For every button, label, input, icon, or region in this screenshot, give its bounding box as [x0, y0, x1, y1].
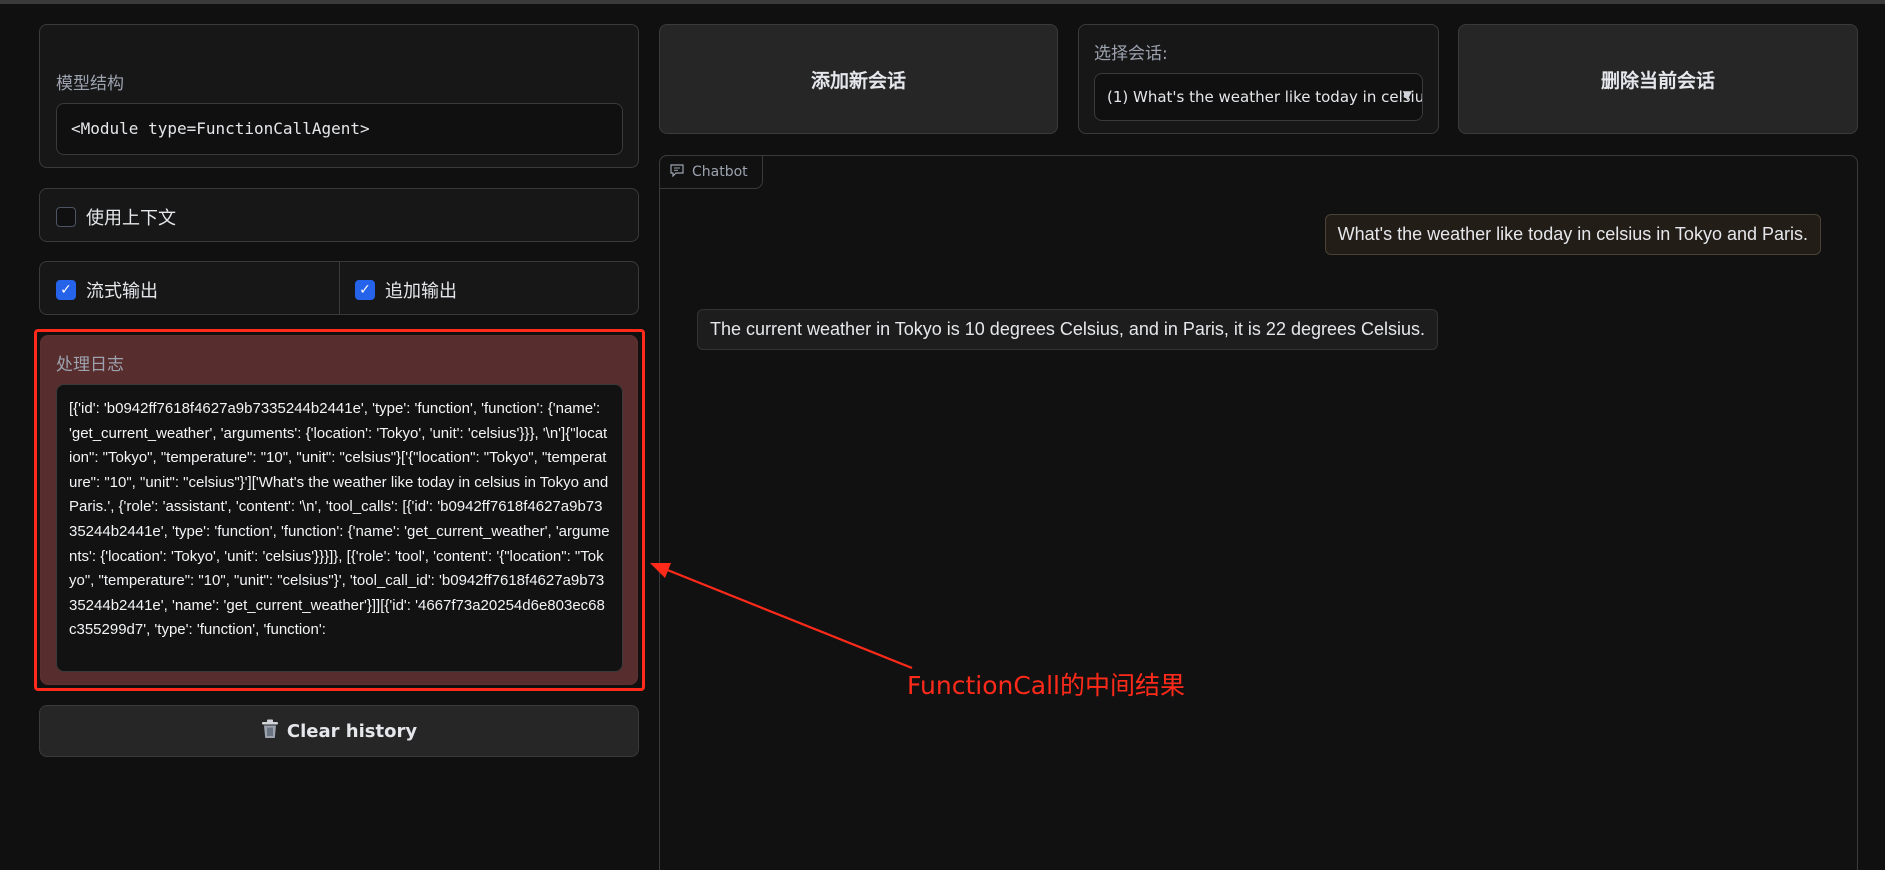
clear-history-label: Clear history [286, 720, 418, 742]
top-bar [0, 0, 1885, 4]
dropdown-arrow-icon[interactable]: ▼ [1403, 88, 1412, 102]
session-select-panel: 选择会话: (1) What's the weather like today … [1078, 24, 1439, 134]
model-structure-field[interactable]: <Module type=FunctionCallAgent> [56, 103, 623, 155]
model-structure-panel: 模型结构 <Module type=FunctionCallAgent> [39, 24, 639, 168]
session-select[interactable]: (1) What's the weather like today in cel… [1094, 73, 1423, 121]
add-session-label: 添加新会话 [810, 69, 906, 92]
use-context-label: 使用上下文 [86, 208, 176, 229]
use-context-panel: 使用上下文 [39, 188, 639, 242]
stream-output-checkbox[interactable]: ✓ [56, 280, 76, 300]
append-output-checkbox[interactable]: ✓ [355, 280, 375, 300]
output-options-panel: ✓ 流式输出 ✓ 追加输出 [39, 261, 639, 315]
stream-output-label: 流式输出 [86, 281, 158, 302]
chatbot-tag-label: Chatbot [692, 164, 748, 180]
append-output-label: 追加输出 [385, 281, 457, 302]
chat-bubble-icon [670, 163, 684, 181]
session-select-value: (1) What's the weather like today in cel… [1107, 88, 1422, 106]
chatbot-tag: Chatbot [659, 155, 763, 189]
chatbot-panel: Chatbot What's the weather like today in… [659, 155, 1858, 870]
model-structure-label: 模型结构 [56, 74, 124, 94]
user-message: What's the weather like today in celsius… [1324, 214, 1821, 255]
delete-session-label: 删除当前会话 [1600, 69, 1715, 92]
annotation-highlight-box [34, 329, 645, 691]
clear-history-button[interactable]: Clear history [39, 705, 639, 757]
annotation-text: FunctionCall的中间结果 [907, 671, 1186, 700]
stream-output-option[interactable]: ✓ 流式输出 [56, 277, 158, 303]
session-select-label: 选择会话: [1094, 44, 1168, 64]
delete-session-button[interactable]: 删除当前会话 [1458, 24, 1858, 134]
bot-message: The current weather in Tokyo is 10 degre… [697, 309, 1439, 350]
use-context-option[interactable]: 使用上下文 [56, 204, 176, 230]
options-divider [339, 262, 340, 314]
use-context-checkbox[interactable] [56, 207, 76, 227]
trash-icon [261, 719, 279, 744]
append-output-option[interactable]: ✓ 追加输出 [355, 277, 457, 303]
add-session-button[interactable]: 添加新会话 [659, 24, 1058, 134]
